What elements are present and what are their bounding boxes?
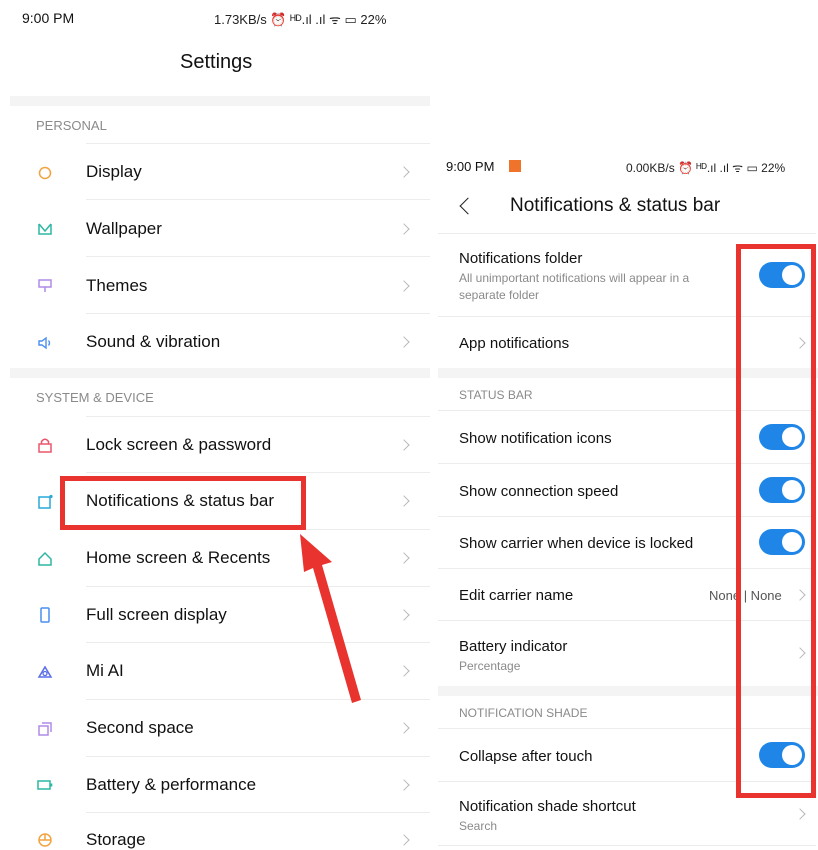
back-button[interactable]: [458, 197, 477, 215]
right-status-time: 9:00 PM: [446, 159, 495, 174]
settings-item-label: Mi AI: [86, 661, 124, 680]
settings-item-label: Themes: [86, 276, 148, 295]
settings-item-label: Home screen & Recents: [86, 548, 271, 567]
fullscreen-icon: [40, 607, 50, 623]
themes-icon: [38, 279, 52, 292]
page-title: Settings: [180, 51, 253, 73]
setting-label: Show connection speed: [459, 483, 619, 500]
wallpaper-icon: [38, 223, 52, 235]
settings-item-label: Second space: [86, 718, 194, 737]
notifications-icon: [38, 494, 53, 509]
home-icon: [38, 551, 52, 566]
setting-label: Notifications folder: [459, 250, 583, 267]
chevron-right-icon: [398, 609, 410, 621]
section-band: [10, 96, 430, 106]
page-title: Notifications & status bar: [510, 195, 721, 216]
storage-icon: [38, 833, 52, 847]
lock-icon: [38, 438, 52, 453]
battery-icon: [37, 780, 53, 790]
settings-item-label: Lock screen & password: [86, 435, 272, 454]
chevron-right-icon: [794, 808, 806, 820]
setting-label: Battery indicator: [459, 638, 568, 655]
display-icon: [38, 166, 52, 180]
chevron-right-icon: [398, 722, 410, 734]
setting-label: Edit carrier name: [459, 587, 574, 604]
chevron-right-icon: [398, 834, 410, 846]
settings-item-label: Full screen display: [86, 605, 227, 624]
settings-item-label: Display: [86, 162, 142, 181]
sound-icon: [38, 336, 51, 350]
second-space-icon: [38, 722, 52, 736]
chevron-right-icon: [398, 665, 410, 677]
setting-description: All unimportant notifications will appea…: [459, 271, 690, 285]
chevron-right-icon: [398, 779, 410, 791]
setting-label: Notification shade shortcut: [459, 798, 636, 815]
highlight-box: [736, 244, 816, 798]
section-header-status-bar: STATUS BAR: [459, 388, 533, 402]
chevron-right-icon: [398, 166, 410, 178]
setting-description: Search: [459, 819, 498, 833]
settings-item-label: Sound & vibration: [86, 332, 221, 351]
setting-label: Show carrier when device is locked: [459, 535, 694, 552]
setting-label: App notifications: [459, 335, 570, 352]
setting-description: separate folder: [459, 288, 540, 302]
chevron-right-icon: [398, 495, 410, 507]
chevron-right-icon: [398, 552, 410, 564]
setting-description: Percentage: [459, 659, 521, 673]
chevron-right-icon: [398, 280, 410, 292]
section-band: [10, 368, 430, 378]
settings-item-label: Wallpaper: [86, 219, 162, 238]
settings-item-label: Storage: [86, 830, 146, 849]
mi-ai-icon: [37, 665, 53, 678]
highlight-box: [60, 476, 306, 530]
setting-label: Show notification icons: [459, 430, 612, 447]
back-arrow-icon: [459, 197, 477, 215]
setting-label: Collapse after touch: [459, 748, 593, 765]
annotation-arrow: [300, 534, 361, 703]
app-notification-icon: [509, 160, 521, 172]
left-status-time: 9:00 PM: [22, 10, 75, 26]
section-header-notification-shade: NOTIFICATION SHADE: [459, 706, 588, 720]
section-header-system: SYSTEM & DEVICE: [36, 390, 154, 405]
section-header-personal: PERSONAL: [36, 118, 107, 133]
settings-item-label: Battery & performance: [86, 775, 257, 794]
chevron-right-icon: [398, 336, 410, 348]
chevron-right-icon: [398, 439, 410, 451]
right-status-indicators: 0.00KB/s ⏰ ᴴᴰ.ıl .ıl ᯤ ▭ 22%: [626, 161, 786, 175]
chevron-right-icon: [398, 223, 410, 235]
left-status-indicators: 1.73KB/s ⏰ ᴴᴰ.ıl .ıl ᯤ ▭ 22%: [214, 12, 387, 27]
